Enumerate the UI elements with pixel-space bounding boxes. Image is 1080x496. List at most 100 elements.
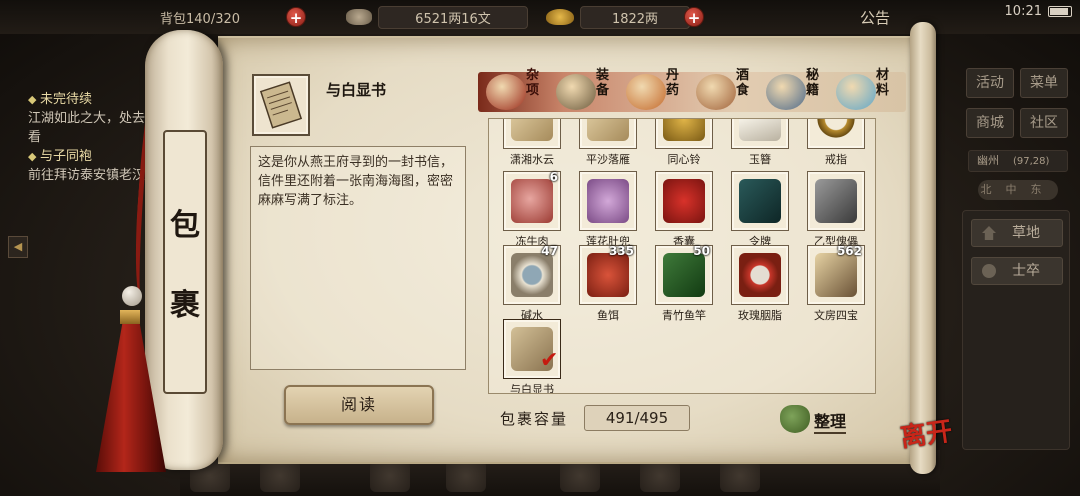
- item-count: 335: [608, 244, 634, 258]
- add-capacity-button[interactable]: +: [286, 7, 306, 27]
- item-name-label: 玫瑰胭脂: [738, 309, 782, 322]
- location-coords: (97,28): [1013, 156, 1050, 167]
- tab-5[interactable]: 秘籍: [762, 68, 832, 116]
- puppet-icon: [815, 179, 857, 223]
- item-name-label: 潇湘水云: [510, 153, 554, 166]
- leave-button[interactable]: 离开: [898, 411, 955, 455]
- dock-item[interactable]: [640, 460, 680, 492]
- scroll-left-roll: 包 裹: [145, 30, 223, 470]
- dock-item[interactable]: [560, 460, 600, 492]
- clock: 10:21: [1004, 4, 1042, 19]
- shop-button[interactable]: 商城: [966, 108, 1014, 138]
- bead-cap-decoration: [120, 310, 140, 324]
- tab-2[interactable]: 装备: [552, 68, 622, 116]
- inventory-slot[interactable]: 6: [503, 170, 561, 231]
- battery-icon: [1048, 6, 1072, 17]
- item-name-label: 玉簪: [749, 153, 771, 166]
- bag-icon: [780, 405, 810, 433]
- notice-button[interactable]: 公告: [860, 7, 890, 28]
- item-count: 47: [541, 244, 558, 258]
- nearby-item-label: 士卒: [1012, 263, 1040, 279]
- bag-capacity: 背包140/320: [160, 6, 240, 28]
- add-ingot-button[interactable]: +: [684, 7, 704, 27]
- tab-label: 材料: [876, 68, 890, 98]
- worm-icon: [587, 253, 629, 297]
- category-tabs: 杂项 装备 丹药 酒食 秘籍 材料: [478, 68, 906, 112]
- dock-item[interactable]: [370, 460, 410, 492]
- inventory-slot[interactable]: [807, 171, 865, 231]
- read-button[interactable]: 阅读: [284, 385, 434, 425]
- tab-label: 杂项: [526, 68, 540, 98]
- inventory-slot[interactable]: 50: [655, 244, 713, 305]
- crystal-icon: [836, 74, 876, 110]
- inventory-slot[interactable]: [731, 119, 789, 149]
- dock-item[interactable]: [446, 460, 486, 492]
- scroll-icon: [511, 119, 553, 141]
- tab-label: 装备: [596, 68, 610, 98]
- coin-icon: [346, 9, 372, 25]
- dock-item[interactable]: [260, 460, 300, 492]
- ingot-resource: 1822两: [546, 5, 690, 29]
- item-count: 50: [693, 244, 710, 258]
- scroll-right-rod: [910, 22, 936, 474]
- inventory-slot[interactable]: [731, 171, 789, 231]
- inventory-slot[interactable]: 335: [579, 244, 637, 305]
- dock-item[interactable]: [720, 460, 760, 492]
- inventory-slot[interactable]: 562: [807, 244, 865, 305]
- inventory-slot[interactable]: [579, 171, 637, 231]
- nearby-list: 草地 士卒: [962, 210, 1070, 450]
- book-icon: [766, 74, 806, 110]
- letter-icon: [259, 81, 303, 129]
- menu-button[interactable]: 菜单: [1020, 68, 1068, 98]
- item-name-label: 戒指: [825, 153, 847, 166]
- jar-icon: [486, 74, 526, 110]
- weapon-icon: [556, 74, 596, 110]
- pill-icon: [626, 74, 666, 110]
- nearby-item-grass[interactable]: 草地: [971, 219, 1063, 247]
- collapse-left-icon[interactable]: ◀: [8, 236, 28, 258]
- wine-icon: [696, 74, 736, 110]
- inventory-slot[interactable]: [807, 119, 865, 149]
- stationery-icon: [815, 253, 857, 297]
- inventory-slot[interactable]: [579, 119, 637, 149]
- coin-amount: 6521两16文: [378, 5, 528, 29]
- bell-icon: [663, 119, 705, 141]
- tab-3[interactable]: 丹药: [622, 68, 692, 116]
- item-name-label: 同心铃: [667, 153, 701, 166]
- tidy-label: 整理: [814, 408, 847, 434]
- tab-label: 秘籍: [806, 68, 820, 98]
- bib-icon: [587, 179, 629, 223]
- scroll-title-char-1: 包: [170, 208, 200, 243]
- inventory-slot[interactable]: 47: [503, 244, 561, 305]
- item-count: 562: [836, 244, 862, 258]
- selected-item-thumbnail: [252, 74, 310, 136]
- item-name-label: 文房四宝: [814, 309, 858, 322]
- scroll-title: 包 裹: [163, 130, 207, 394]
- inventory-slot[interactable]: [655, 171, 713, 231]
- house-icon: [982, 226, 996, 240]
- inventory-slot[interactable]: [503, 119, 561, 149]
- compass-icon: 北中东: [978, 180, 1058, 200]
- tab-1[interactable]: 杂项: [482, 68, 552, 116]
- community-button[interactable]: 社区: [1020, 108, 1068, 138]
- item-name-label: 青竹鱼竿: [662, 309, 706, 322]
- hairpin-icon: [739, 119, 781, 141]
- device-status: 10:21: [1005, 4, 1072, 19]
- item-description: 这是你从燕王府寻到的一封书信，信件里还附着一张南海海图，密密麻麻写满了标注。: [258, 155, 454, 208]
- bead-decoration: [122, 286, 142, 306]
- person-icon: [982, 264, 996, 278]
- ring-icon: [815, 119, 857, 141]
- rouge-icon: [739, 253, 781, 297]
- selected-check-icon: ✔: [540, 348, 559, 373]
- inventory-slot[interactable]: [655, 119, 713, 149]
- sachet-icon: [663, 179, 705, 223]
- tidy-button[interactable]: 整理: [780, 403, 860, 435]
- activity-button[interactable]: 活动: [966, 68, 1014, 98]
- item-name-label: 平沙落雁: [586, 153, 630, 166]
- nearby-item-soldier[interactable]: 士卒: [971, 257, 1063, 285]
- tab-4[interactable]: 酒食: [692, 68, 762, 116]
- inventory-slot[interactable]: [731, 245, 789, 305]
- rod-icon: [663, 253, 705, 297]
- location-display[interactable]: 幽州 (97,28): [968, 150, 1068, 172]
- tab-6[interactable]: 材料: [832, 68, 902, 116]
